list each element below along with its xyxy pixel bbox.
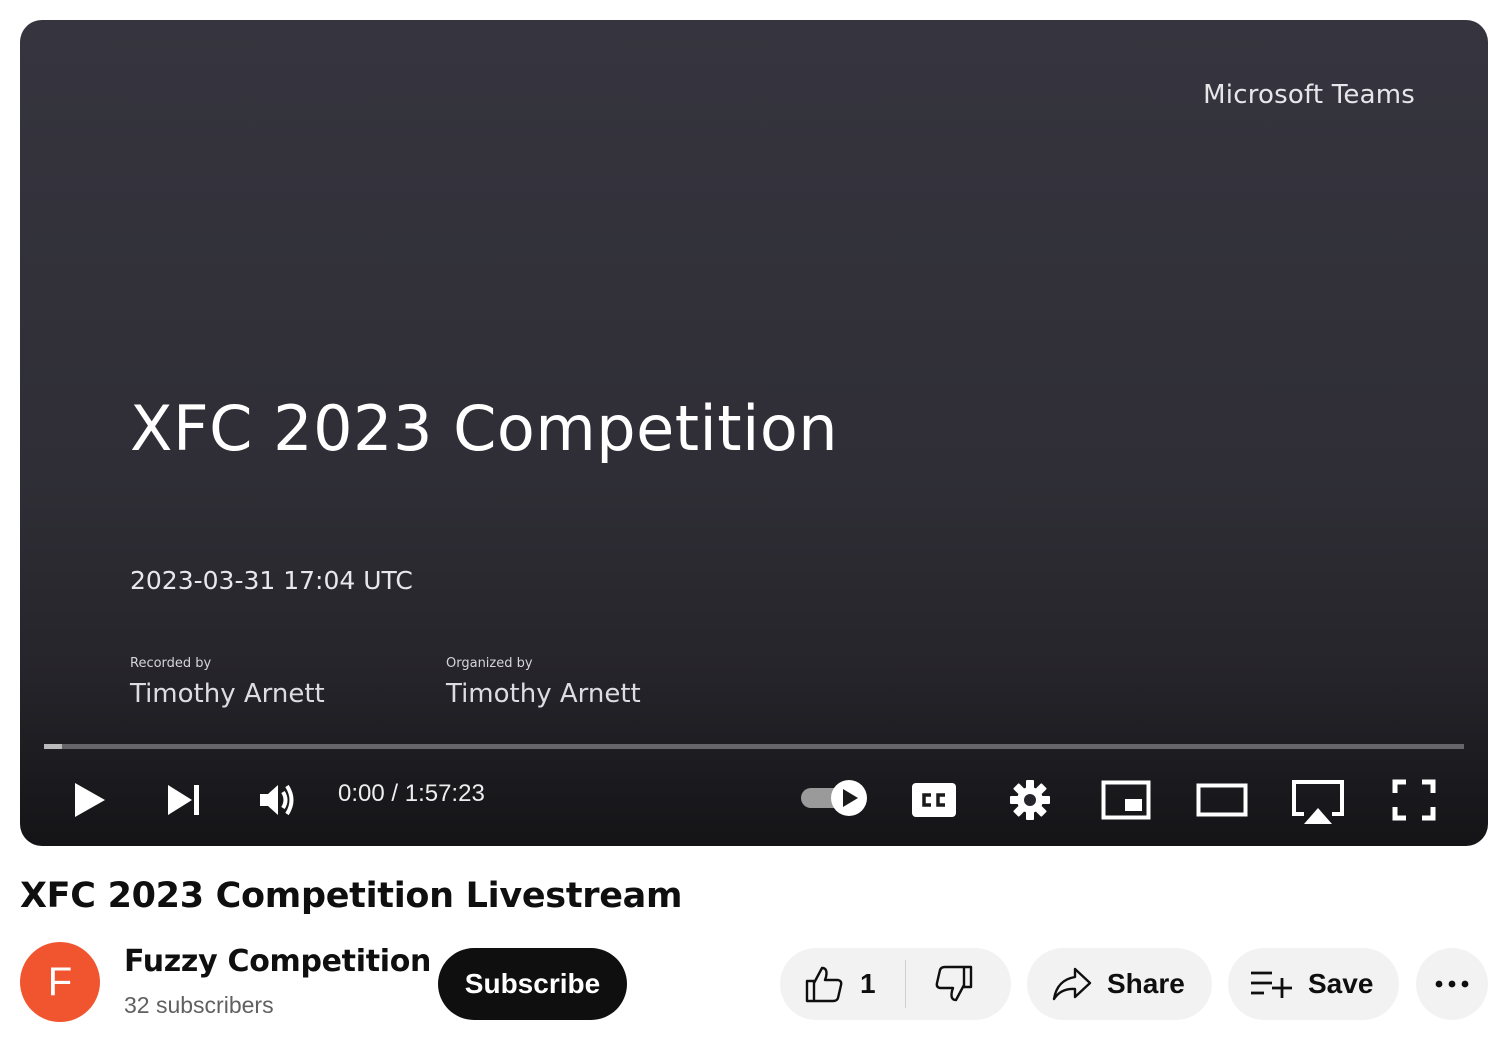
- fullscreen-icon: [1392, 779, 1436, 821]
- organized-by-block: Organized by Timothy Arnett: [446, 656, 641, 709]
- share-button[interactable]: Share: [1027, 948, 1212, 1020]
- video-title: XFC 2023 Competition Livestream: [20, 876, 683, 916]
- airplay-button[interactable]: [1288, 772, 1348, 832]
- more-horizontal-icon: [1435, 975, 1469, 993]
- recorded-by-name: Timothy Arnett: [130, 679, 325, 709]
- save-label: Save: [1308, 968, 1374, 999]
- subscriber-count: 32 subscribers: [124, 992, 274, 1018]
- next-icon: [166, 783, 202, 817]
- play-icon: [73, 781, 107, 819]
- airplay-icon: [1290, 778, 1346, 826]
- channel-avatar[interactable]: F: [20, 942, 100, 1022]
- autoplay-toggle[interactable]: [798, 776, 870, 820]
- slide-title: XFC 2023 Competition: [130, 392, 839, 465]
- like-dislike-group: 1: [780, 948, 1011, 1020]
- channel-name[interactable]: Fuzzy Competition: [124, 944, 431, 979]
- next-button[interactable]: [156, 772, 212, 828]
- recorded-by-label: Recorded by: [130, 656, 212, 671]
- time-display: 0:00 / 1:57:23: [338, 780, 485, 807]
- theater-mode-icon: [1196, 783, 1248, 817]
- like-count: 1: [860, 968, 876, 999]
- slide-datetime: 2023-03-31 17:04 UTC: [130, 566, 413, 595]
- fullscreen-button[interactable]: [1386, 772, 1442, 828]
- progress-loaded: [44, 744, 63, 749]
- subscribe-button[interactable]: Subscribe: [438, 948, 627, 1020]
- miniplayer-button[interactable]: [1098, 772, 1154, 828]
- more-actions-button[interactable]: [1416, 948, 1488, 1020]
- save-button[interactable]: Save: [1228, 948, 1399, 1020]
- share-label: Share: [1107, 968, 1185, 999]
- play-button[interactable]: [60, 772, 120, 828]
- captions-button[interactable]: [906, 772, 962, 828]
- volume-icon: [258, 782, 298, 818]
- like-button[interactable]: 1: [780, 948, 904, 1020]
- captions-icon: [911, 782, 957, 818]
- volume-button[interactable]: [250, 772, 306, 828]
- video-frame[interactable]: Microsoft Teams XFC 2023 Competition 202…: [20, 20, 1488, 846]
- theater-mode-button[interactable]: [1194, 772, 1250, 828]
- video-player[interactable]: Microsoft Teams XFC 2023 Competition 202…: [20, 20, 1488, 846]
- settings-button[interactable]: [1002, 772, 1058, 828]
- recorded-by-block: Recorded by Timothy Arnett: [130, 656, 325, 709]
- organized-by-name: Timothy Arnett: [446, 679, 641, 709]
- organized-by-label: Organized by: [446, 656, 533, 671]
- miniplayer-icon: [1101, 780, 1151, 820]
- dislike-button[interactable]: [906, 948, 1011, 1020]
- settings-gear-icon: [1009, 779, 1051, 821]
- slide-brand: Microsoft Teams: [1203, 80, 1415, 110]
- autoplay-toggle-icon: [799, 778, 869, 818]
- progress-bar[interactable]: [44, 744, 1464, 749]
